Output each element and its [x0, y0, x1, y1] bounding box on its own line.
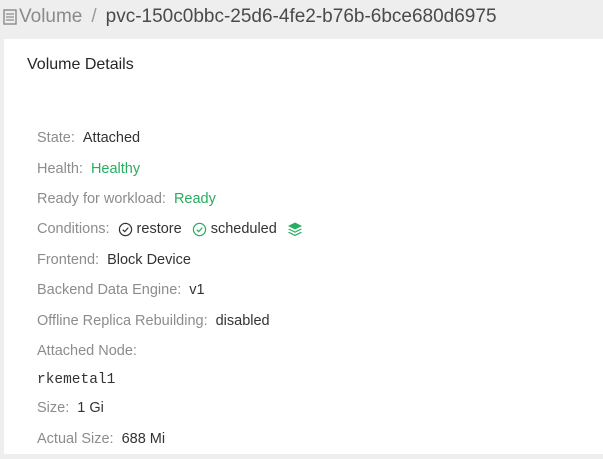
- size-value: 1 Gi: [77, 400, 104, 417]
- breadcrumb: Volume / pvc-150c0bbc-25d6-4fe2-b76b-6bc…: [0, 0, 603, 34]
- offline-rebuild-value: disabled: [215, 312, 270, 329]
- condition-restore[interactable]: restore: [118, 221, 182, 237]
- size-label: Size:: [37, 400, 70, 417]
- detail-offline-rebuild: Offline Replica Rebuilding: disabled: [37, 305, 597, 335]
- ready-value: Ready: [173, 190, 216, 207]
- check-circle-icon: [192, 222, 206, 237]
- actual-size-label: Actual Size:: [37, 430, 114, 447]
- detail-size: Size: 1 Gi: [37, 393, 597, 423]
- volume-details-panel: Volume Details State: Attached Health: H…: [4, 39, 603, 454]
- condition-scheduled[interactable]: scheduled: [192, 221, 277, 237]
- breadcrumb-volume-name: pvc-150c0bbc-25d6-4fe2-b76b-6bce680d6975: [105, 6, 497, 27]
- ready-label: Ready for workload:: [37, 190, 166, 207]
- detail-conditions: Conditions: restore scheduled: [37, 214, 597, 244]
- health-label: Health:: [37, 160, 83, 177]
- detail-actual-size: Actual Size: 688 Mi: [37, 424, 597, 454]
- breadcrumb-separator: /: [91, 6, 97, 27]
- backend-label: Backend Data Engine:: [37, 282, 182, 299]
- detail-ready: Ready for workload: Ready: [37, 184, 597, 214]
- actual-size-value: 688 Mi: [121, 430, 166, 447]
- breadcrumb-volume-link[interactable]: Volume: [19, 6, 82, 28]
- detail-node: Attached Node:: [37, 336, 597, 366]
- detail-health: Health: Healthy: [37, 153, 597, 183]
- details-list: State: Attached Health: Healthy Ready fo…: [37, 123, 597, 454]
- conditions-label: Conditions:: [37, 221, 110, 238]
- node-value[interactable]: rkemetal1: [37, 366, 597, 393]
- frontend-label: Frontend:: [37, 251, 100, 268]
- state-label: State:: [37, 130, 75, 147]
- condition-restore-label: restore: [136, 221, 182, 238]
- check-circle-icon: [118, 222, 132, 237]
- backend-value: v1: [189, 282, 205, 299]
- frontend-value: Block Device: [107, 251, 191, 268]
- layers-icon[interactable]: [287, 221, 303, 237]
- detail-frontend: Frontend: Block Device: [37, 245, 597, 275]
- detail-state: State: Attached: [37, 123, 597, 153]
- detail-backend: Backend Data Engine: v1: [37, 275, 597, 305]
- offline-rebuild-label: Offline Replica Rebuilding:: [37, 312, 208, 329]
- conditions-value: restore scheduled: [118, 221, 303, 237]
- panel-title: Volume Details: [27, 56, 134, 73]
- condition-scheduled-label: scheduled: [210, 221, 277, 238]
- node-label: Attached Node:: [37, 342, 137, 359]
- state-value: Attached: [82, 130, 141, 147]
- health-value: Healthy: [90, 160, 141, 177]
- volume-icon: [3, 9, 17, 25]
